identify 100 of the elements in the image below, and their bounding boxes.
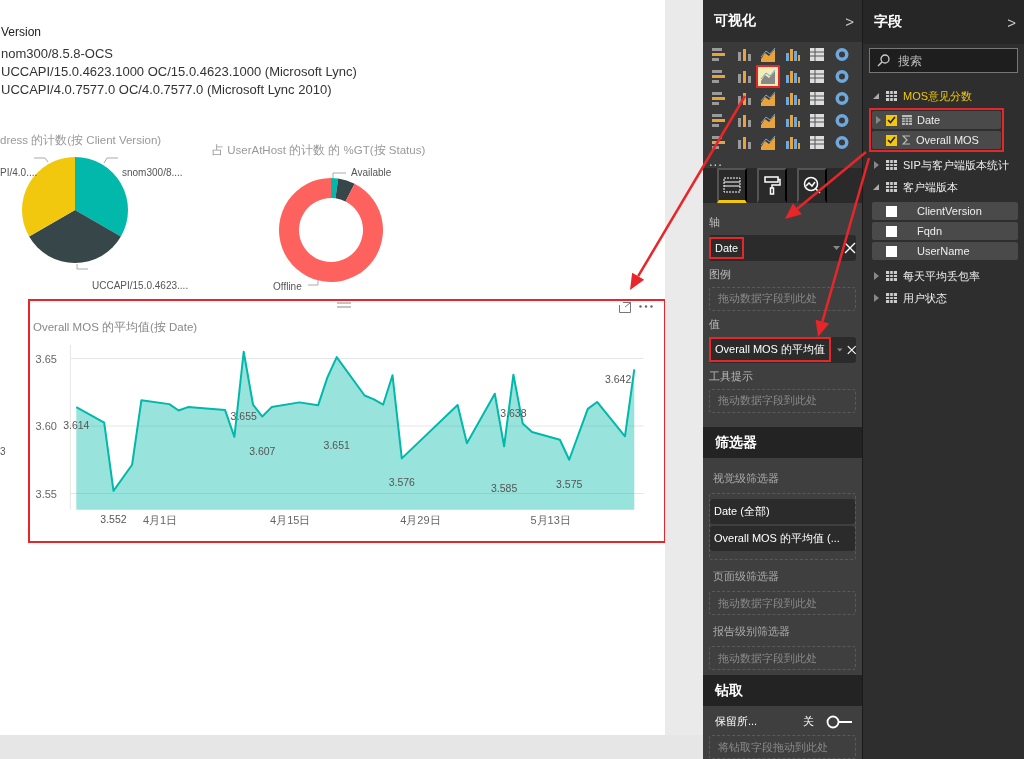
pane-tab[interactable] bbox=[717, 168, 747, 203]
y-tick-label: 3.55 bbox=[35, 487, 57, 500]
analytics-icon bbox=[803, 176, 821, 194]
chart-type-icon bbox=[784, 134, 801, 152]
data-label: 3.552 bbox=[100, 512, 127, 525]
more-options-icon[interactable] bbox=[639, 305, 653, 308]
field-table-item[interactable]: 每天平均丢包率 bbox=[863, 265, 1024, 287]
expand-arrow-icon bbox=[873, 92, 880, 100]
table-icon bbox=[886, 91, 897, 101]
leader-line bbox=[307, 279, 319, 286]
search-field[interactable]: 搜索 bbox=[869, 48, 1018, 73]
collapse-pane-chevron[interactable]: > bbox=[1007, 13, 1016, 31]
close-icon[interactable] bbox=[844, 242, 856, 254]
drag-handle-icon[interactable] bbox=[337, 302, 351, 308]
field-name: ClientVersion bbox=[917, 205, 982, 217]
section-header: 筛选器 bbox=[703, 427, 862, 459]
expand-arrow-icon bbox=[873, 183, 880, 191]
chart-type-icon bbox=[735, 68, 752, 86]
checkbox[interactable] bbox=[886, 225, 897, 237]
chart-type-icon bbox=[833, 68, 850, 86]
data-label: 3.607 bbox=[249, 444, 276, 457]
x-tick-label: 4月1日 bbox=[142, 514, 178, 526]
data-label: 3.614 bbox=[63, 419, 90, 432]
chart-type-icon bbox=[760, 90, 776, 108]
chart-type-icon bbox=[735, 112, 752, 130]
chart-type-icon bbox=[760, 46, 776, 64]
expand-arrow-icon bbox=[873, 161, 880, 169]
pane-tab[interactable] bbox=[797, 168, 827, 203]
data-label: 3.642 bbox=[605, 373, 632, 386]
field-table-item[interactable]: 客户端版本 bbox=[863, 176, 1024, 198]
data-label: 3.638 bbox=[500, 406, 527, 419]
dropdown-caret-icon[interactable] bbox=[833, 246, 840, 250]
filter-card[interactable]: Overall MOS 的平均值 (... bbox=[710, 526, 855, 552]
close-icon[interactable] bbox=[846, 344, 856, 356]
field-item[interactable]: ClientVersion bbox=[872, 202, 1018, 220]
chart-type-icon bbox=[809, 134, 825, 152]
fields-well-icon bbox=[723, 177, 741, 193]
checkbox[interactable] bbox=[886, 114, 897, 126]
field-item[interactable]: UserName bbox=[872, 242, 1018, 260]
field-well[interactable]: Date bbox=[709, 235, 856, 261]
chart-title: 占 UserAtHost 的计数 的 %GT(按 Status) bbox=[212, 144, 426, 156]
field-name: Date bbox=[917, 114, 941, 126]
chart-type-icon bbox=[809, 68, 825, 86]
chart-type-icon bbox=[735, 134, 752, 152]
pane-title: 可视化 bbox=[714, 12, 756, 31]
leader-line bbox=[103, 157, 119, 164]
table-cell: UCCAPI/15.0.4623.1000 OC/15.0.4623.1000 (Microsoft Lync) bbox=[1, 64, 357, 79]
toggle-state-label: 关 bbox=[803, 714, 814, 729]
dropdown-caret-icon[interactable] bbox=[837, 348, 843, 352]
leader-line bbox=[332, 172, 347, 179]
data-label: 3.651 bbox=[323, 439, 350, 452]
field-name: Fqdn bbox=[917, 225, 943, 237]
chart-type-icon bbox=[809, 112, 825, 130]
field-table-item[interactable]: MOS意见分数 bbox=[863, 85, 1024, 107]
visual-type-button[interactable] bbox=[758, 67, 778, 87]
calendar-icon bbox=[902, 115, 912, 125]
toggle-switch[interactable] bbox=[826, 714, 852, 729]
field-table-item[interactable]: SIP与客户端版本统计 bbox=[863, 154, 1024, 176]
collapse-pane-chevron[interactable]: > bbox=[845, 12, 854, 30]
checkbox[interactable] bbox=[886, 205, 897, 217]
field-name: Overall MOS bbox=[916, 134, 979, 146]
leader-line bbox=[76, 263, 89, 270]
chart-type-icon bbox=[784, 68, 801, 86]
field-table-item[interactable]: 用户状态 bbox=[863, 287, 1024, 309]
x-tick-label: 5月13日 bbox=[530, 514, 571, 526]
chart-type-icon bbox=[833, 46, 850, 64]
table-icon bbox=[886, 182, 897, 192]
pane-tab[interactable] bbox=[757, 168, 787, 203]
leader-line bbox=[33, 157, 49, 163]
checkbox[interactable] bbox=[886, 245, 897, 257]
expand-arrow-icon bbox=[873, 272, 880, 280]
visual-type-button[interactable] bbox=[758, 45, 778, 65]
field-item[interactable]: Overall MOS bbox=[872, 131, 1001, 149]
chart-type-icon bbox=[784, 46, 801, 64]
data-label: 3.575 bbox=[556, 477, 583, 490]
checkbox[interactable] bbox=[886, 134, 897, 146]
field-item[interactable]: Date bbox=[872, 111, 1001, 129]
table-icon bbox=[886, 160, 897, 170]
paint-roller-icon bbox=[764, 176, 781, 195]
filter-level-label: 报告级别筛选器 bbox=[713, 624, 791, 640]
filter-level-label: 页面级筛选器 bbox=[713, 569, 780, 585]
chart-title: dress 的计数(按 Client Version) bbox=[0, 134, 162, 146]
field-well[interactable]: Overall MOS 的平均值 bbox=[709, 337, 856, 363]
slice-label: UCCAPI/15.0.4623.... bbox=[92, 280, 189, 291]
expand-arrow-icon bbox=[873, 294, 880, 302]
chart-type-icon bbox=[735, 46, 752, 64]
chart-type-icon bbox=[784, 112, 801, 130]
x-tick-label: 4月29日 bbox=[400, 514, 441, 526]
visual-type-button[interactable] bbox=[758, 133, 778, 153]
visual-type-button[interactable] bbox=[758, 89, 778, 109]
visual-type-button[interactable] bbox=[758, 111, 778, 131]
expand-arrow-icon[interactable] bbox=[876, 116, 881, 124]
field-item[interactable]: Fqdn bbox=[872, 222, 1018, 240]
filter-card[interactable]: Date (全部) bbox=[710, 499, 855, 525]
chart-type-icon bbox=[760, 68, 776, 86]
chart-title: Overall MOS 的平均值(按 Date) bbox=[33, 320, 198, 335]
table-cell-text: UCCAPI/4.0.7577.0 OC/4.0.7577.0 (Microsoft Lync 2010) bbox=[1, 82, 333, 97]
focus-mode-icon[interactable] bbox=[619, 302, 631, 313]
chart-type-icon bbox=[711, 112, 727, 130]
chart-type-icon bbox=[833, 134, 850, 152]
